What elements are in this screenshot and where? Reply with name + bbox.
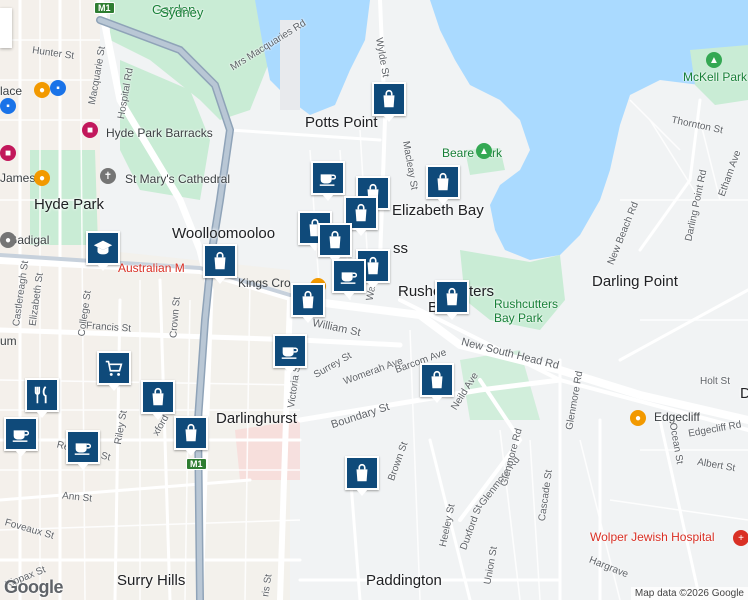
orange-pin-icon[interactable]: ● bbox=[34, 82, 50, 98]
poi-hyde-park-barracks: Hyde Park Barracks bbox=[106, 126, 213, 140]
marker-university[interactable] bbox=[86, 231, 120, 271]
hospital-icon[interactable]: + bbox=[733, 530, 748, 546]
marker-shopping-potts-point[interactable] bbox=[372, 82, 406, 122]
street-holt: Holt St bbox=[700, 376, 731, 387]
orange-pin-icon-edgecliff[interactable]: ● bbox=[630, 410, 646, 426]
poi-st-marys: St Mary's Cathedral bbox=[125, 172, 230, 186]
shopping-bag-icon bbox=[446, 287, 458, 306]
suburb-d: D bbox=[740, 385, 748, 402]
marker-cafe-1[interactable] bbox=[311, 161, 345, 201]
marker-shopping-woolloomooloo[interactable] bbox=[203, 244, 237, 284]
suburb-ss: ss bbox=[393, 240, 408, 257]
coffee-cup-icon bbox=[319, 174, 337, 186]
shopping-bag-icon bbox=[329, 230, 341, 249]
poi-rushcutters-bay-park: Rushcutters Bay Park bbox=[494, 297, 559, 325]
shopping-bag-icon bbox=[437, 172, 449, 191]
shopping-bag-icon bbox=[214, 251, 226, 270]
poi-place: lace bbox=[0, 84, 23, 98]
graduation-cap-icon bbox=[93, 240, 113, 255]
shopping-cart-icon bbox=[105, 360, 123, 376]
map-attribution[interactable]: Map data ©2026 Google bbox=[630, 587, 748, 600]
motorway-shield-m1-south: M1 bbox=[186, 458, 207, 470]
cross-icon[interactable]: ✝ bbox=[100, 168, 116, 184]
poi-mckell-park: McKell Park bbox=[683, 70, 748, 84]
shopping-bag-icon bbox=[152, 387, 164, 406]
coffee-cup-icon bbox=[74, 443, 92, 455]
map-canvas[interactable]: Potts Point Elizabeth Bay Woolloomooloo … bbox=[0, 0, 748, 600]
poi-australian-museum: Australian M bbox=[118, 261, 185, 275]
coffee-cup-icon bbox=[340, 272, 358, 284]
poi-wolper-hospital: Wolper Jewish Hospital bbox=[590, 530, 715, 544]
poi-james: James bbox=[0, 171, 36, 185]
marker-shopping-darlinghurst-1[interactable] bbox=[141, 380, 175, 420]
suburb-rushcutters-tail: ters bbox=[469, 283, 495, 300]
marker-shopping-paddington[interactable] bbox=[345, 456, 379, 496]
map-side-handle[interactable] bbox=[0, 8, 12, 48]
orange-pin-icon-2[interactable]: ● bbox=[34, 170, 50, 186]
shopping-bag-icon bbox=[383, 89, 395, 108]
transit-icon-left[interactable]: ▪ bbox=[0, 98, 16, 114]
marker-cafe-surry-2[interactable] bbox=[66, 430, 100, 470]
poi-beare-park: Beare Park bbox=[442, 146, 503, 160]
shopping-bag-icon bbox=[356, 463, 368, 482]
shopping-bag-icon bbox=[355, 203, 367, 222]
marker-restaurant[interactable] bbox=[25, 378, 59, 418]
transit-icon[interactable]: ▪ bbox=[50, 80, 66, 96]
suburb-kings-cross: Kings Cro bbox=[238, 276, 291, 290]
marker-shopping-elizabeth-bay[interactable] bbox=[426, 165, 460, 205]
tree-icon[interactable]: ▲ bbox=[476, 143, 492, 159]
shopping-bag-icon bbox=[185, 423, 197, 442]
suburb-woolloomooloo: Woolloomooloo bbox=[172, 225, 276, 242]
marker-shopping-kings-cross[interactable] bbox=[291, 283, 325, 323]
park-hyde-park: Hyde Park bbox=[34, 196, 105, 213]
suburb-surry-hills: Surry Hills bbox=[117, 572, 186, 589]
poi-um: um bbox=[0, 334, 17, 348]
google-logo[interactable]: Google bbox=[4, 577, 64, 598]
suburb-darling-point: Darling Point bbox=[592, 273, 678, 290]
motorway-shield-m1-north: M1 bbox=[94, 2, 115, 14]
place-icon-gadigal[interactable]: ● bbox=[0, 232, 16, 248]
marker-cafe-2[interactable] bbox=[332, 259, 366, 299]
tree-icon-mckell[interactable]: ▲ bbox=[706, 52, 722, 68]
museum-icon-left[interactable]: ■ bbox=[0, 145, 16, 161]
marker-cafe-victoria[interactable] bbox=[273, 334, 307, 374]
marker-shopping-darlinghurst-2[interactable] bbox=[174, 416, 208, 456]
label-sydney: Sydney bbox=[160, 5, 204, 20]
shopping-bag-icon bbox=[431, 370, 443, 389]
suburb-paddington: Paddington bbox=[366, 572, 442, 589]
marker-shopping-neild[interactable] bbox=[420, 363, 454, 403]
marker-shopping-5[interactable] bbox=[318, 223, 352, 263]
suburb-darlinghurst: Darlinghurst bbox=[216, 410, 297, 427]
shopping-bag-icon bbox=[302, 290, 314, 309]
suburb-potts-point: Potts Point bbox=[305, 114, 378, 131]
marker-cafe-surry-1[interactable] bbox=[4, 417, 38, 457]
fork-knife-icon bbox=[34, 386, 47, 404]
museum-icon[interactable]: ■ bbox=[82, 122, 98, 138]
marker-grocery[interactable] bbox=[97, 351, 131, 391]
marker-shopping-rushcutters[interactable] bbox=[435, 280, 469, 320]
coffee-cup-icon bbox=[12, 430, 30, 442]
coffee-cup-icon bbox=[281, 347, 299, 359]
